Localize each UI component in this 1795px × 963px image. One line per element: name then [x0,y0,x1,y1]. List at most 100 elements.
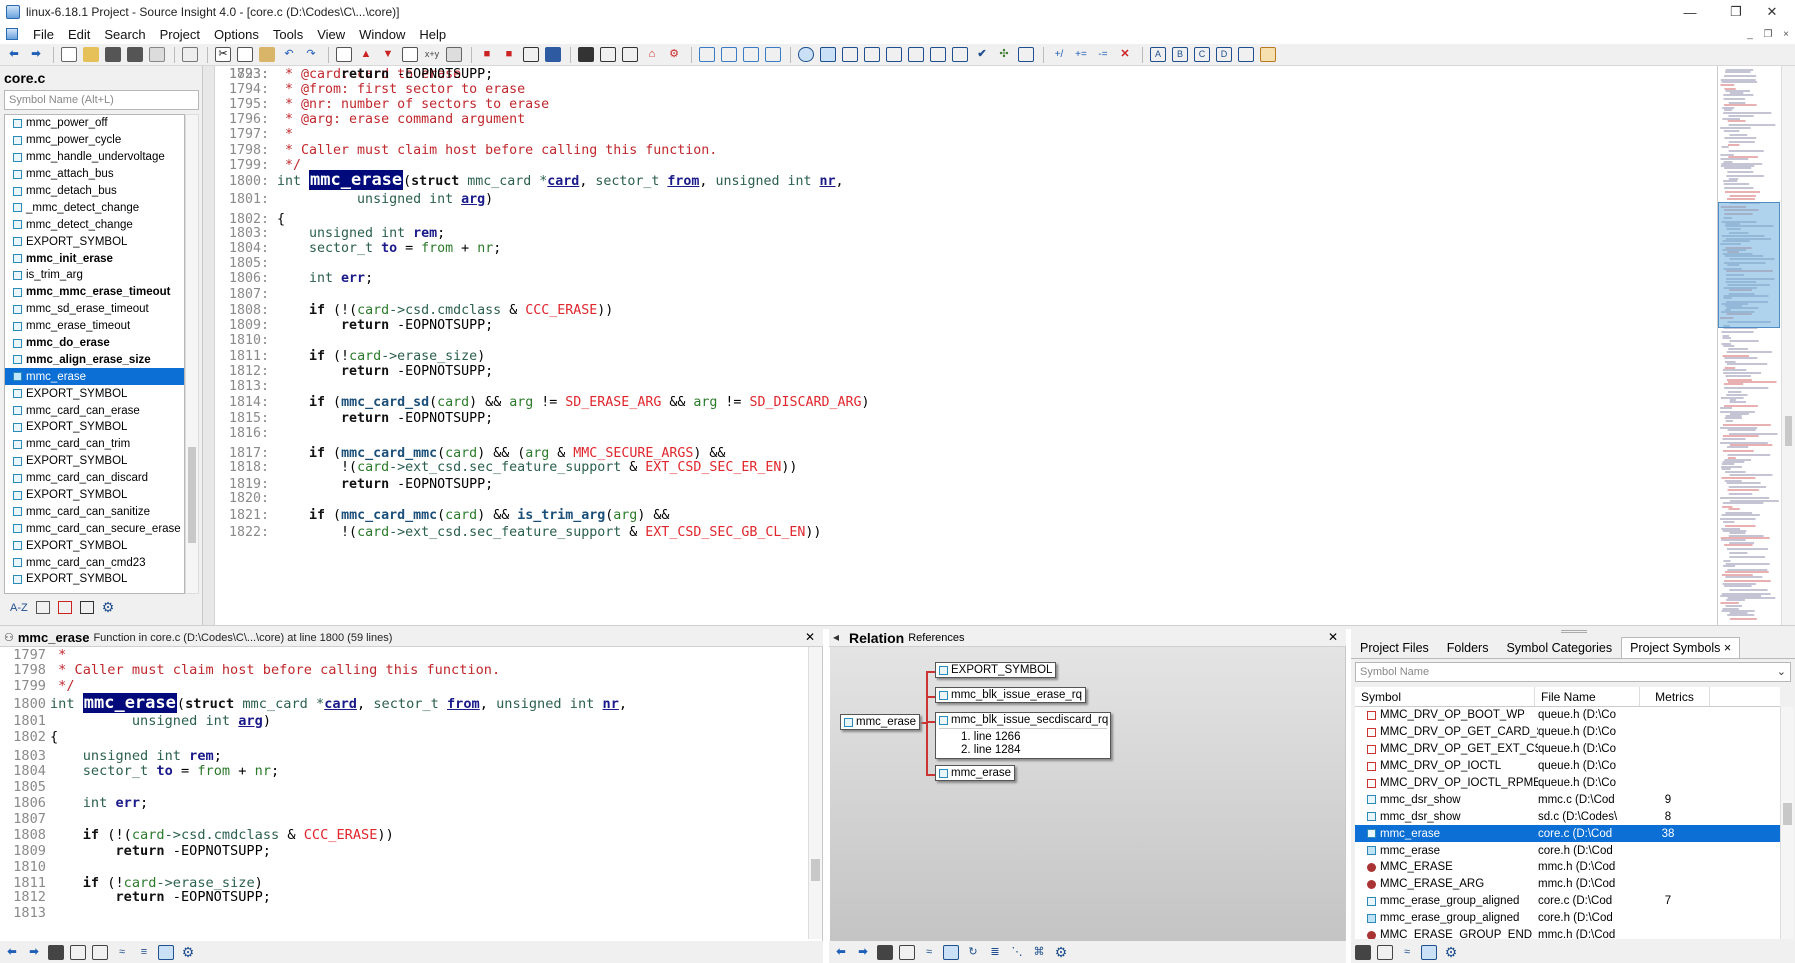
refresh-icon[interactable]: ≈ [1399,945,1415,960]
list-icon[interactable] [35,601,50,614]
style-icon[interactable] [1238,47,1254,62]
symbol-list-item[interactable]: mmc_detect_change [5,216,184,233]
symbol-info-icon[interactable] [600,47,616,62]
clip-window-icon[interactable] [886,47,902,62]
minimap-viewport[interactable] [1718,202,1780,328]
browse-icon[interactable] [578,47,594,62]
back-icon[interactable]: ⬅ [6,47,22,62]
font-b-icon[interactable]: B [1172,47,1188,62]
layout1-icon[interactable] [699,47,715,62]
symbol-list-item[interactable]: mmc_card_can_trim [5,436,184,453]
menu-search[interactable]: Search [97,27,152,42]
forward-icon[interactable]: ➡ [855,945,871,960]
grid-icon[interactable] [1018,47,1034,62]
symbol-scrollbar[interactable] [185,114,199,594]
menu-edit[interactable]: Edit [61,27,97,42]
new-file-icon[interactable] [61,47,77,62]
lock-icon[interactable] [48,944,64,960]
project-symbol-row[interactable]: mmc_erase core.h (D:\Cod [1355,842,1780,859]
symbol-list-item[interactable]: EXPORT_SYMBOL [5,233,184,250]
project-symbol-row[interactable]: mmc_erase_group_aligned core.h (D:\Cod [1355,910,1780,927]
project-symbol-row[interactable]: MMC_DRV_OP_GET_EXT_CS queue.h (D:\Co [1355,741,1780,758]
cut-icon[interactable]: ✂ [215,47,231,62]
project-symbol-row[interactable]: MMC_DRV_OP_GET_CARD_S queue.h (D:\Co [1355,724,1780,741]
relation-close-button[interactable]: ✕ [1328,630,1338,644]
delete-icon[interactable]: ✕ [1117,47,1133,62]
search-files-icon[interactable]: x+y [424,47,440,62]
font-a-icon[interactable]: A [1150,47,1166,62]
symbol-list-item[interactable]: mmc_card_can_cmd23 [5,554,184,571]
print-icon[interactable] [182,47,198,62]
relation-ref[interactable]: 1. line 1266 [939,728,1107,743]
symbol-list-item[interactable]: mmc_erase [5,368,184,386]
symbol-list-item[interactable]: mmc_detach_bus [5,183,184,200]
menu-file[interactable]: File [26,27,61,42]
color-icon[interactable] [1260,47,1276,62]
save-icon[interactable] [105,47,121,62]
back-icon[interactable]: ⬅ [4,945,20,960]
symbol-list-item[interactable]: EXPORT_SYMBOL [5,419,184,436]
gear-icon[interactable]: ⚙ [1053,945,1069,960]
book-icon[interactable] [79,601,94,614]
font-d-icon[interactable]: D [1216,47,1232,62]
menu-project[interactable]: Project [153,27,207,42]
project-symbol-row[interactable]: MMC_ERASE_ARG mmc.h (D:\Cod [1355,876,1780,893]
symbol-list-item[interactable]: mmc_power_off [5,115,184,132]
scrollbar-thumb[interactable] [1783,803,1792,825]
context-scrollbar[interactable] [808,647,822,939]
layout3-icon[interactable] [743,47,759,62]
forward-icon[interactable]: ➡ [28,47,44,62]
symbol-list-item[interactable]: EXPORT_SYMBOL [5,453,184,470]
forward-icon[interactable]: ➡ [26,945,42,960]
editor-scrollbar[interactable] [1781,66,1795,625]
project-symbol-row[interactable]: MMC_ERASE_GROUP_END mmc.h (D:\Cod [1355,927,1780,939]
splitter-grip[interactable] [1561,630,1587,633]
project-symbol-row[interactable]: mmc_erase core.c (D:\Cod 38 [1355,825,1780,843]
layout2-icon[interactable] [721,47,737,62]
search-results-icon[interactable] [908,47,924,62]
project-symbol-search-input[interactable]: Symbol Name ⌄ [1355,662,1791,682]
column-file-name[interactable]: File Name [1535,687,1640,706]
project-symbol-row[interactable]: MMC_DRV_OP_BOOT_WP queue.h (D:\Co [1355,707,1780,724]
menu-tools[interactable]: Tools [266,27,310,42]
symbol-list-item[interactable]: mmc_card_can_secure_erase [5,520,184,537]
symbol-list-item[interactable]: is_trim_arg [5,267,184,284]
symbol-list-item[interactable]: mmc_mmc_erase_timeout [5,284,184,301]
book-icon[interactable] [622,47,638,62]
paste-icon[interactable] [259,47,275,62]
symbol-list-item[interactable]: EXPORT_SYMBOL [5,537,184,554]
layout4-icon[interactable] [765,47,781,62]
relation-icon[interactable] [820,47,836,62]
lock-pane-icon[interactable] [158,944,174,960]
list-icon[interactable]: ≣ [987,945,1003,960]
font-c-icon[interactable]: C [1194,47,1210,62]
relation-ref[interactable]: 2. line 1284 [939,743,1020,757]
symbol-list-item[interactable]: mmc_do_erase [5,335,184,352]
symbol-list-item[interactable]: mmc_power_cycle [5,132,184,149]
sync-icon[interactable]: ↻ [965,945,981,960]
lock-icon[interactable] [877,944,893,960]
overview-icon[interactable] [930,47,946,62]
relation-node[interactable]: EXPORT_SYMBOL [935,662,1057,678]
close-file-icon[interactable] [149,47,165,62]
find-prev-icon[interactable]: ▲ [358,47,374,62]
refresh-icon[interactable]: ≈ [114,945,130,960]
menu-help[interactable]: Help [412,27,453,42]
symbol-list-item[interactable]: _mmc_detect_change [5,199,184,216]
project-symbol-row[interactable]: mmc_erase_group_aligned core.c (D:\Cod 7 [1355,893,1780,910]
symbol-window-icon[interactable] [842,47,858,62]
scrollbar-thumb[interactable] [1785,416,1792,446]
minimize-button[interactable]: — [1667,0,1713,24]
bookmark-list-icon[interactable] [523,47,539,62]
jump-icon[interactable] [545,47,561,62]
lock-icon[interactable] [1355,944,1371,960]
project-scrollbar[interactable] [1780,707,1794,939]
relation-root-node[interactable]: mmc_erase [840,714,921,730]
symbol-list-item[interactable]: mmc_align_erase_size [5,351,184,368]
zoom-in-icon[interactable]: +/ [1051,47,1067,62]
symbol-list-item[interactable]: mmc_erase_timeout [5,318,184,335]
menu-view[interactable]: View [310,27,352,42]
chevron-down-icon[interactable]: ⌄ [1777,665,1786,678]
doc-restore-button[interactable]: ❐ [1759,29,1777,40]
doc-close-button[interactable]: × [1777,29,1795,40]
